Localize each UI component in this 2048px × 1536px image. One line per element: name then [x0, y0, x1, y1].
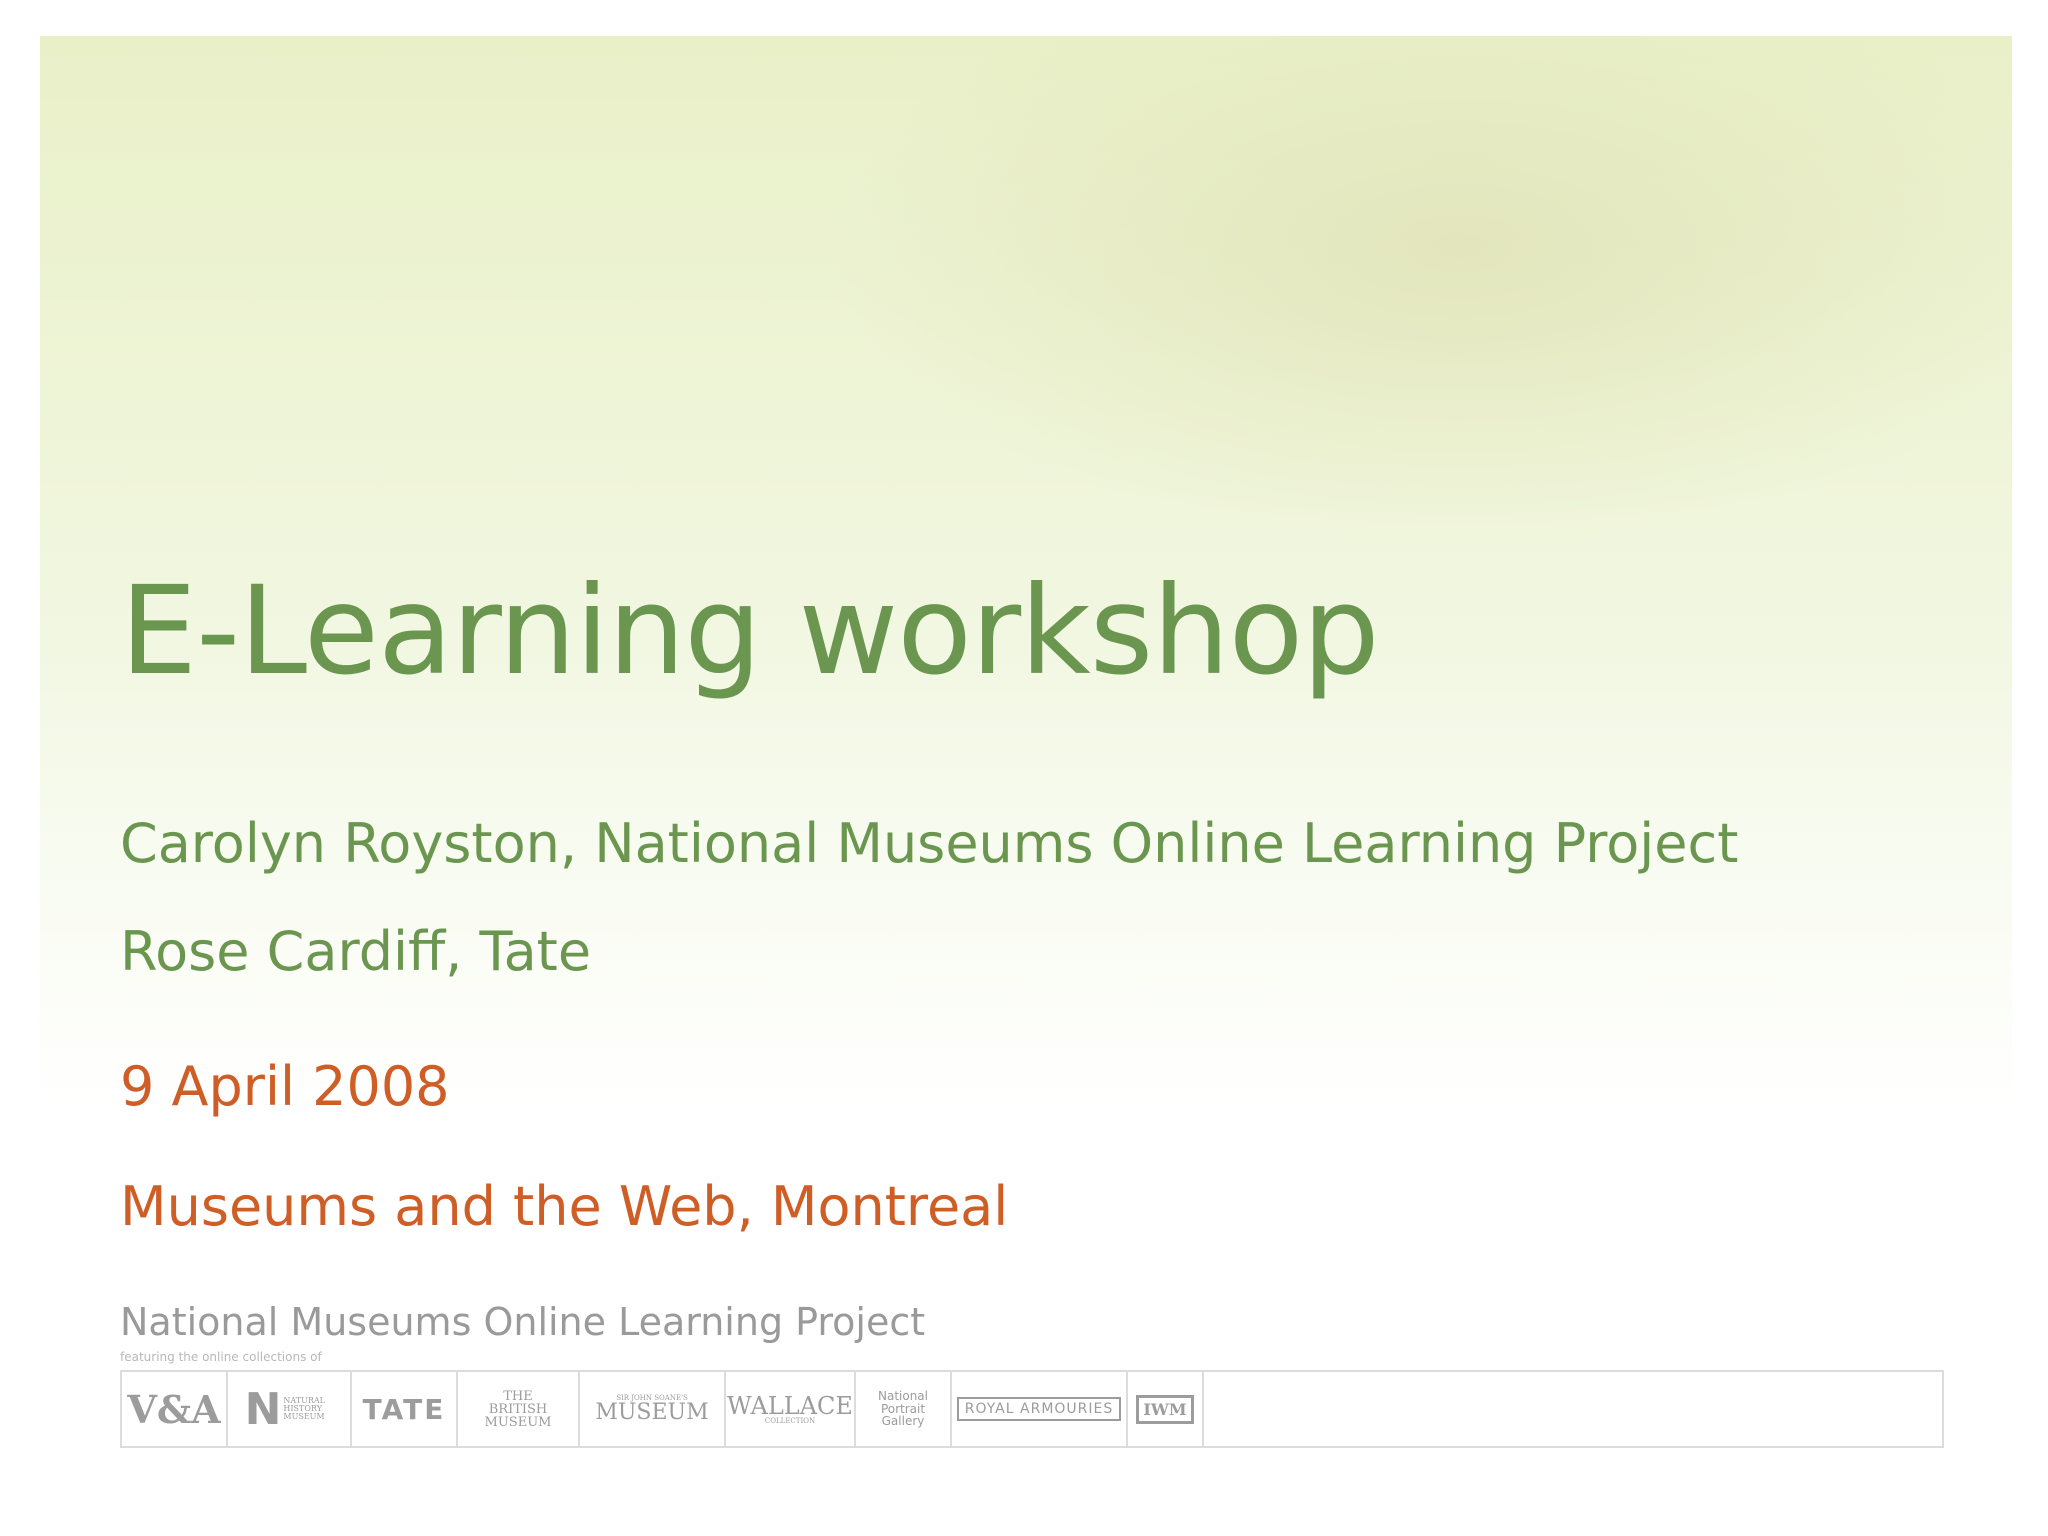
royal-armouries-logo: ROYAL ARMOURIES: [952, 1372, 1128, 1446]
natural-history-museum-logo: N NATURAL HISTORY MUSEUM: [228, 1372, 352, 1446]
tate-logo: TATE: [352, 1372, 458, 1446]
logo-strip-empty-area: [1204, 1372, 1942, 1446]
british-museum-logo: THE BRITISH MUSEUM: [458, 1372, 580, 1446]
slide-title: E-Learning workshop: [120, 560, 1380, 702]
presenter-1: Carolyn Royston, National Museums Online…: [120, 812, 1739, 875]
partner-logo-strip: V&A N NATURAL HISTORY MUSEUM TATE THE BR…: [120, 1370, 1944, 1448]
footer-subtitle: featuring the online collections of: [120, 1350, 322, 1364]
imperial-war-museum-logo: IWM: [1128, 1372, 1204, 1446]
va-logo: V&A: [122, 1372, 228, 1446]
presentation-date: 9 April 2008: [120, 1055, 450, 1118]
wallace-collection-logo: WALLACE COLLECTION: [726, 1372, 856, 1446]
presentation-slide: E-Learning workshop Carolyn Royston, Nat…: [0, 0, 2048, 1536]
national-portrait-gallery-logo: National Portrait Gallery: [856, 1372, 952, 1446]
soane-museum-logo: SIR JOHN SOANE'S MUSEUM: [580, 1372, 726, 1446]
event-name: Museums and the Web, Montreal: [120, 1175, 1009, 1238]
presenter-2: Rose Cardiff, Tate: [120, 920, 592, 983]
footer-project-name: National Museums Online Learning Project: [120, 1300, 926, 1344]
